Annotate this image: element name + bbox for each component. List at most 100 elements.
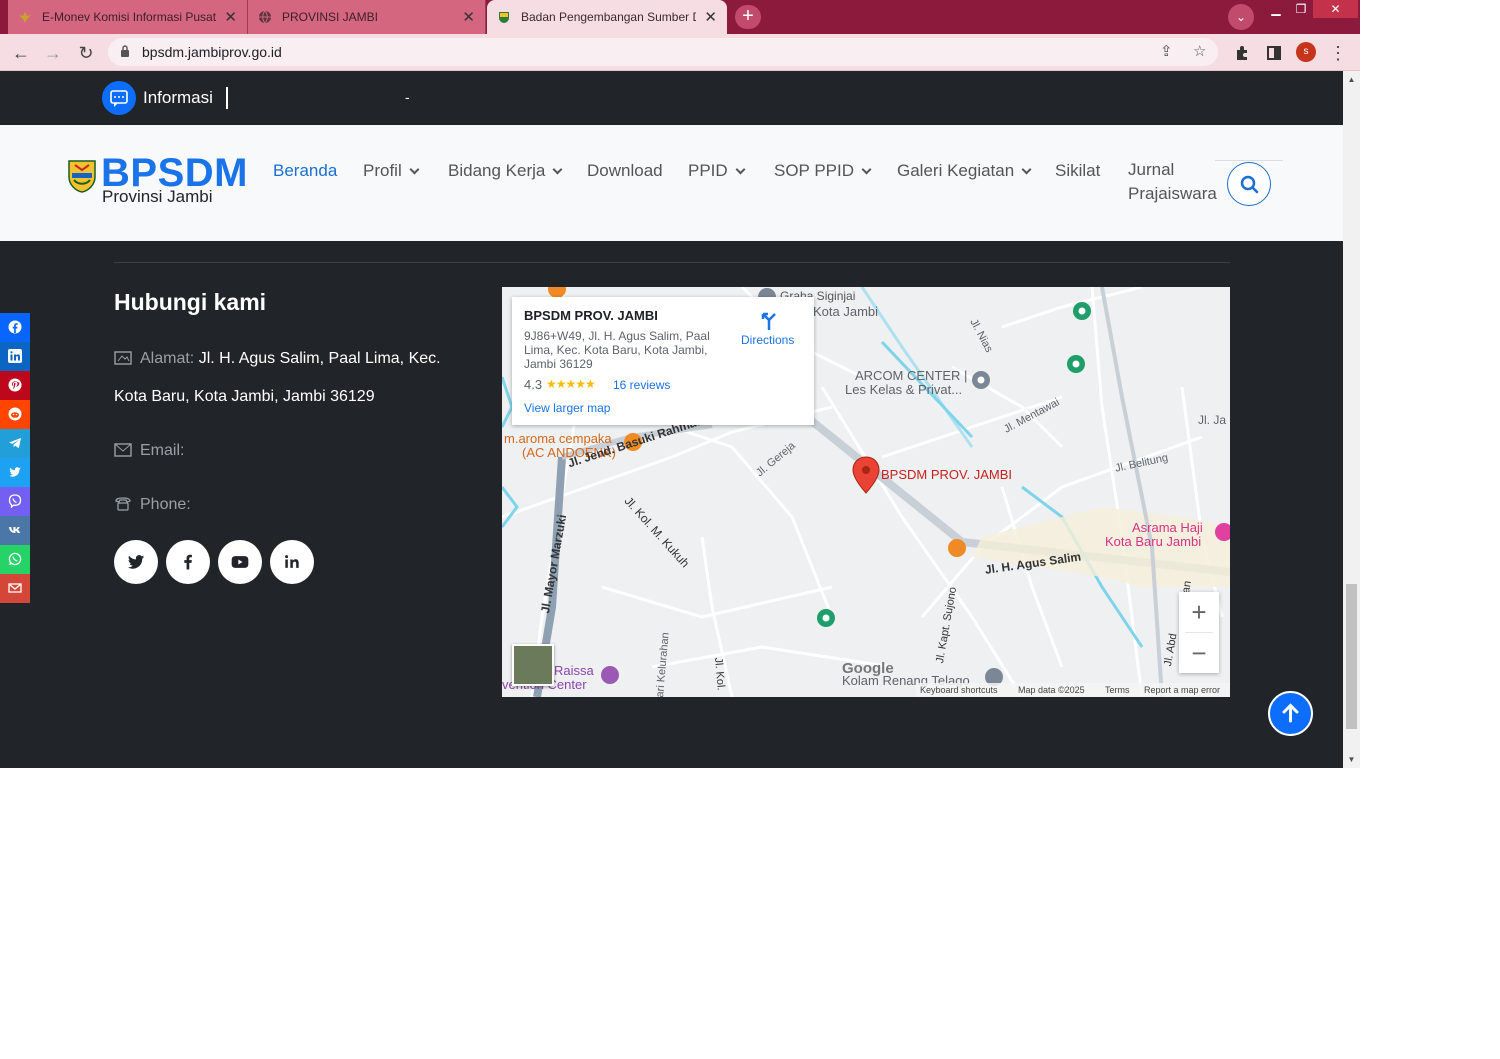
- report-error-link[interactable]: Report a map error: [1144, 683, 1220, 697]
- tab-title: E-Monev Komisi Informasi Pusat: [42, 10, 217, 24]
- tab-title: Badan Pengembangan Sumber Daya: [521, 10, 696, 24]
- browser-window: E-Monev Komisi Informasi Pusat ✕ PROVINS…: [0, 0, 1360, 768]
- map-data-text: Map data ©2025: [1018, 685, 1085, 695]
- share-vk-button[interactable]: [0, 516, 30, 545]
- blank-area: [0, 768, 1500, 1059]
- close-tab-icon[interactable]: ✕: [462, 8, 475, 26]
- google-logo: Google: [842, 660, 894, 677]
- address-label: Alamat:: [140, 350, 195, 367]
- back-to-top-button[interactable]: [1268, 691, 1313, 736]
- tab-bpsdm[interactable]: Badan Pengembangan Sumber Daya ✕: [487, 0, 727, 34]
- nav-jurnal-prajaiswara[interactable]: Jurnal Prajaiswara: [1128, 158, 1217, 206]
- jambi-emblem-icon[interactable]: [67, 159, 97, 193]
- lock-icon[interactable]: [120, 45, 130, 57]
- share-gmail-button[interactable]: [0, 574, 30, 603]
- jambi-emblem-icon: [499, 12, 509, 23]
- address-toolbar: ← → ↻ bpsdm.jambiprov.go.id ⇪ ☆ s ⋮: [0, 34, 1360, 71]
- extensions-icon[interactable]: [1229, 40, 1255, 66]
- close-tab-icon[interactable]: ✕: [224, 8, 237, 26]
- tab-emonev[interactable]: E-Monev Komisi Informasi Pusat ✕: [8, 0, 248, 34]
- ticker-text: -: [405, 89, 410, 105]
- nav-profil[interactable]: Profil: [363, 161, 420, 181]
- tab-provinsi-jambi[interactable]: PROVINSI JAMBI ✕: [248, 0, 486, 34]
- view-larger-map-link[interactable]: View larger map: [524, 401, 610, 415]
- map-label: ARCOM CENTER |: [855, 368, 968, 383]
- nav-galeri-kegiatan[interactable]: Galeri Kegiatan: [897, 161, 1032, 181]
- linkedin-icon: [8, 349, 22, 363]
- nav-label: SOP PPID: [774, 161, 854, 180]
- page-scrollbar[interactable]: ▲ ▼: [1343, 71, 1360, 768]
- facebook-icon: [184, 554, 192, 570]
- vk-icon: [9, 527, 20, 533]
- share-twitter-button[interactable]: [0, 458, 30, 487]
- tab-search-button[interactable]: ⌄: [1228, 4, 1254, 30]
- share-whatsapp-button[interactable]: [0, 545, 30, 574]
- embedded-map[interactable]: Graha Siginjai Kota Jambi ARCOM CENTER |…: [502, 287, 1230, 697]
- nav-sikilat[interactable]: Sikilat: [1055, 161, 1100, 181]
- minimize-button[interactable]: ▁: [1265, 0, 1287, 18]
- footer-divider: [114, 262, 1230, 263]
- ticker-cursor: [226, 87, 228, 109]
- share-viber-button[interactable]: [0, 487, 30, 516]
- contact-title: Hubungi kami: [114, 289, 267, 315]
- chevron-down-icon: [409, 164, 420, 175]
- nav-download[interactable]: Download: [587, 161, 663, 181]
- reload-icon[interactable]: ↻: [73, 40, 99, 66]
- directions-link[interactable]: Directions: [741, 333, 794, 347]
- scroll-down-arrow[interactable]: ▼: [1343, 751, 1360, 768]
- rating-stars: ★★★★★: [546, 377, 596, 391]
- chevron-down-icon: [552, 164, 563, 175]
- restore-button[interactable]: ❐: [1290, 0, 1312, 18]
- share-linkedin-button[interactable]: [0, 342, 30, 371]
- address-bar[interactable]: bpsdm.jambiprov.go.id ⇪ ☆: [108, 38, 1218, 66]
- social-linkedin-button[interactable]: [270, 540, 314, 584]
- keyboard-shortcuts-link[interactable]: Keyboard shortcuts: [920, 683, 998, 697]
- reviews-link[interactable]: 16 reviews: [613, 378, 670, 392]
- side-panel-icon[interactable]: [1261, 40, 1287, 66]
- profile-avatar[interactable]: s: [1296, 42, 1316, 62]
- whatsapp-icon: [8, 552, 22, 566]
- phone-icon: [115, 497, 131, 511]
- place-rating: 4.3: [524, 377, 543, 392]
- gmail-icon: [8, 583, 22, 593]
- share-reddit-button[interactable]: [0, 400, 30, 429]
- nav-ppid[interactable]: PPID: [688, 161, 746, 181]
- kebab-menu-icon[interactable]: ⋮: [1325, 40, 1351, 66]
- terms-link[interactable]: Terms: [1105, 683, 1130, 697]
- map-marker-label[interactable]: BPSDM PROV. JAMBI: [881, 467, 1012, 482]
- zoom-out-button[interactable]: −: [1179, 633, 1219, 673]
- star-icon[interactable]: ☆: [1193, 42, 1206, 60]
- logo-subtitle: Provinsi Jambi: [102, 187, 213, 206]
- arrow-up-icon: [1282, 703, 1299, 723]
- share-pinterest-button[interactable]: [0, 371, 30, 400]
- scroll-up-arrow[interactable]: ▲: [1343, 71, 1360, 88]
- back-icon[interactable]: ←: [8, 40, 34, 66]
- scrollbar-thumb[interactable]: [1346, 584, 1357, 729]
- nav-bidang-kerja[interactable]: Bidang Kerja: [448, 161, 563, 181]
- nav-sop-ppid[interactable]: SOP PPID: [774, 161, 872, 181]
- twitter-icon: [127, 555, 145, 569]
- search-button[interactable]: [1227, 162, 1271, 206]
- garuda-icon: [19, 12, 31, 23]
- search-icon: [1240, 175, 1259, 194]
- close-tab-icon[interactable]: ✕: [704, 8, 717, 26]
- social-facebook-button[interactable]: [166, 540, 210, 584]
- forward-icon[interactable]: →: [40, 40, 66, 66]
- satellite-toggle[interactable]: [512, 644, 554, 686]
- share-facebook-button[interactable]: [0, 313, 30, 342]
- nav-beranda[interactable]: Beranda: [273, 161, 337, 181]
- share-icon[interactable]: ⇪: [1160, 42, 1173, 60]
- facebook-icon: [8, 320, 22, 334]
- map-label: Kota Baru Jambi: [1105, 534, 1202, 549]
- social-twitter-button[interactable]: [114, 540, 158, 584]
- zoom-in-button[interactable]: +: [1179, 592, 1219, 632]
- reddit-icon: [8, 407, 22, 421]
- map-label: Kota Jambi: [813, 304, 879, 319]
- directions-icon[interactable]: [758, 310, 780, 332]
- nav-label: Profil: [363, 161, 402, 180]
- share-telegram-button[interactable]: [0, 429, 30, 458]
- close-window-button[interactable]: ✕: [1313, 0, 1358, 18]
- social-youtube-button[interactable]: [218, 540, 262, 584]
- new-tab-button[interactable]: +: [735, 5, 761, 29]
- url-text: bpsdm.jambiprov.go.id: [142, 44, 282, 60]
